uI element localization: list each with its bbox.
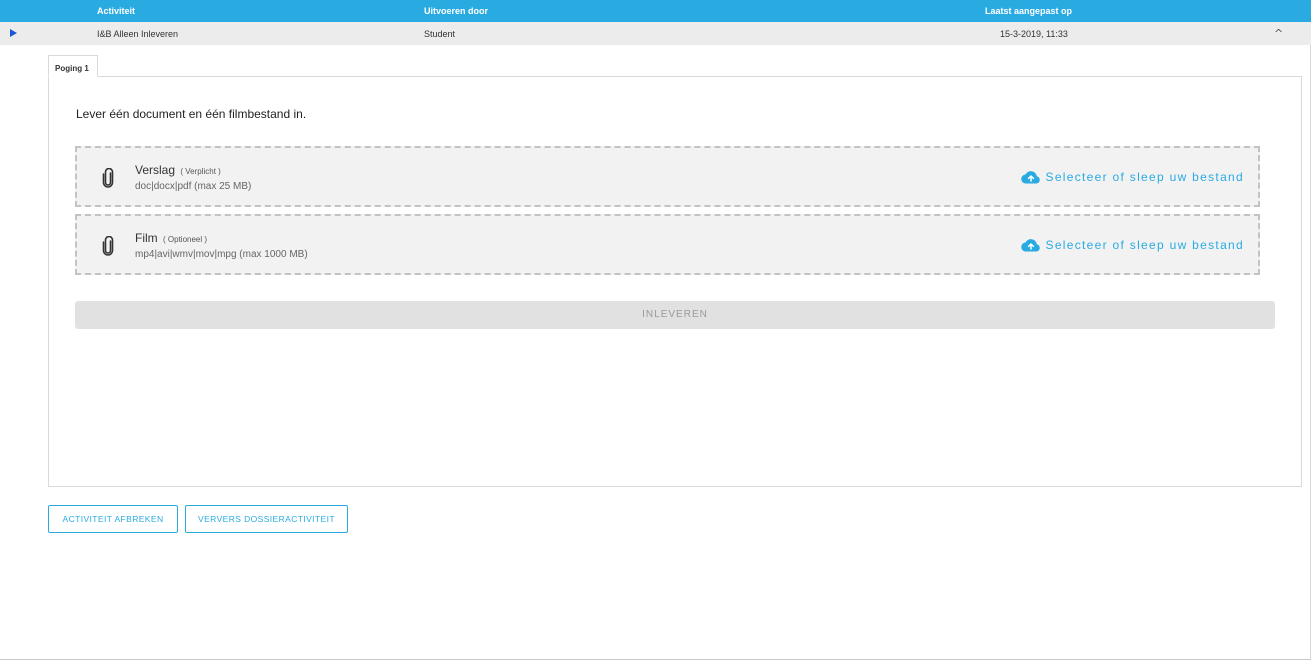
upload-title: Film ( Optioneel ) bbox=[135, 231, 207, 245]
cloud-upload-icon bbox=[1020, 171, 1040, 184]
upload-title-text: Film bbox=[135, 231, 158, 245]
refresh-dossier-activity-button[interactable]: VERVERS DOSSIERACTIVITEIT bbox=[185, 505, 348, 533]
upload-title-text: Verslag bbox=[135, 163, 176, 177]
select-file-link[interactable]: Selecteer of sleep uw bestand bbox=[1020, 238, 1244, 252]
submit-button[interactable]: INLEVEREN bbox=[75, 301, 1275, 329]
paperclip-icon bbox=[102, 168, 114, 188]
select-file-link[interactable]: Selecteer of sleep uw bestand bbox=[1020, 170, 1244, 184]
table-row[interactable]: I&B Alleen Inleveren Student 15-3-2019, … bbox=[0, 22, 1311, 45]
required-tag: ( Verplicht ) bbox=[180, 167, 221, 176]
last-modified: 15-3-2019, 11:33 bbox=[1000, 29, 1068, 39]
column-header-last-modified[interactable]: Laatst aangepast op bbox=[985, 6, 1072, 16]
activity-name: I&B Alleen Inleveren bbox=[97, 29, 179, 39]
instructions-text: Lever één document en één filmbestand in… bbox=[76, 107, 307, 121]
performed-by: Student bbox=[424, 29, 456, 39]
select-file-label: Selecteer of sleep uw bestand bbox=[1045, 238, 1244, 252]
upload-dropzone-film[interactable]: Film ( Optioneel ) mp4|avi|wmv|mov|mpg (… bbox=[75, 214, 1260, 275]
cancel-activity-button[interactable]: ACTIVITEIT AFBREKEN bbox=[48, 505, 178, 533]
optional-tag: ( Optioneel ) bbox=[163, 235, 208, 244]
paperclip-icon bbox=[102, 236, 114, 256]
tab-attempt-1[interactable]: Poging 1 bbox=[48, 55, 98, 77]
select-file-label: Selecteer of sleep uw bestand bbox=[1045, 170, 1244, 184]
column-header-performed-by[interactable]: Uitvoeren door bbox=[424, 6, 488, 16]
chevron-up-icon[interactable]: ^ bbox=[1274, 27, 1283, 40]
cloud-upload-icon bbox=[1020, 239, 1040, 252]
expand-arrow-icon[interactable] bbox=[10, 29, 17, 37]
upload-title: Verslag ( Verplicht ) bbox=[135, 163, 221, 177]
app-frame: Activiteit Uitvoeren door Laatst aangepa… bbox=[0, 0, 1311, 660]
allowed-file-types: doc|docx|pdf (max 25 MB) bbox=[135, 181, 252, 192]
upload-dropzone-report[interactable]: Verslag ( Verplicht ) doc|docx|pdf (max … bbox=[75, 146, 1260, 207]
column-header-activity[interactable]: Activiteit bbox=[97, 6, 135, 16]
allowed-file-types: mp4|avi|wmv|mov|mpg (max 1000 MB) bbox=[135, 249, 308, 260]
attempt-panel: Lever één document en één filmbestand in… bbox=[48, 76, 1302, 487]
table-header: Activiteit Uitvoeren door Laatst aangepa… bbox=[0, 0, 1311, 22]
